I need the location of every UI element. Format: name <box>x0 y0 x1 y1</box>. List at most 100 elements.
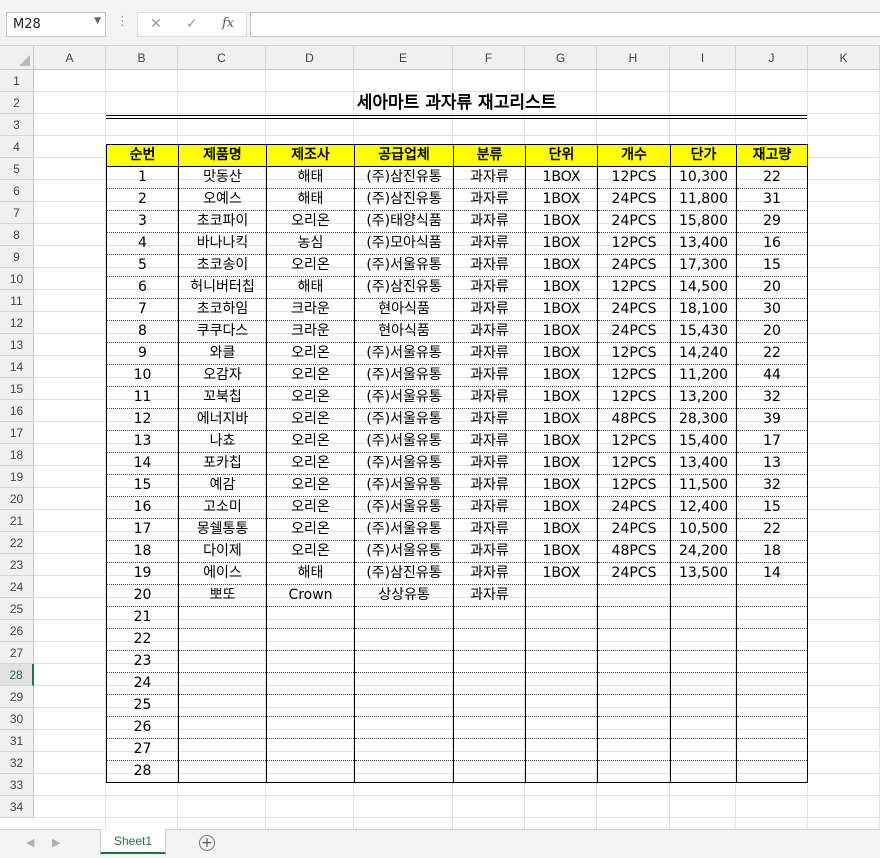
table-cell[interactable] <box>525 716 598 739</box>
table-cell[interactable]: 15 <box>736 254 808 277</box>
row-header-1[interactable]: 1 <box>0 70 34 92</box>
table-cell[interactable] <box>670 606 737 629</box>
table-cell[interactable] <box>670 650 737 673</box>
table-cell[interactable]: (주)삼진유통 <box>354 166 454 189</box>
table-cell[interactable]: 과자류 <box>453 430 526 453</box>
row-header-32[interactable]: 32 <box>0 752 34 774</box>
column-header-h[interactable]: H <box>597 46 670 70</box>
table-cell[interactable]: 13,200 <box>670 386 737 409</box>
table-cell[interactable]: 상상유통 <box>354 584 454 607</box>
table-cell[interactable]: 28 <box>106 760 179 783</box>
table-cell[interactable]: 14 <box>736 562 808 585</box>
table-cell[interactable]: 과자류 <box>453 452 526 475</box>
insert-function-icon[interactable]: fx <box>222 16 234 31</box>
table-cell[interactable]: (주)삼진유통 <box>354 188 454 211</box>
table-cell[interactable]: 13,400 <box>670 232 737 255</box>
table-cell[interactable]: 과자류 <box>453 276 526 299</box>
table-cell[interactable] <box>453 650 526 673</box>
table-cell[interactable]: 18 <box>106 540 179 563</box>
table-cell[interactable]: (주)서울유통 <box>354 408 454 431</box>
table-cell[interactable]: 27 <box>106 738 179 761</box>
add-sheet-icon[interactable]: + <box>199 835 215 851</box>
table-cell[interactable]: 과자류 <box>453 364 526 387</box>
table-cell[interactable]: 꼬북칩 <box>178 386 267 409</box>
table-cell[interactable]: 뽀또 <box>178 584 267 607</box>
row-header-7[interactable]: 7 <box>0 202 34 224</box>
row-header-27[interactable]: 27 <box>0 642 34 664</box>
row-header-23[interactable]: 23 <box>0 554 34 576</box>
row-header-26[interactable]: 26 <box>0 620 34 642</box>
table-cell[interactable]: 에이스 <box>178 562 267 585</box>
table-cell[interactable]: 오리온 <box>266 210 355 233</box>
table-cell[interactable]: 20 <box>736 276 808 299</box>
table-cell[interactable]: 오리온 <box>266 408 355 431</box>
row-header-34[interactable]: 34 <box>0 796 34 818</box>
table-cell[interactable] <box>354 628 454 651</box>
table-cell[interactable] <box>453 694 526 717</box>
table-cell[interactable] <box>354 716 454 739</box>
header-cell[interactable]: 제품명 <box>178 144 267 167</box>
table-cell[interactable]: 와클 <box>178 342 267 365</box>
table-cell[interactable]: 24PCS <box>597 188 671 211</box>
table-cell[interactable]: 6 <box>106 276 179 299</box>
table-cell[interactable]: 22 <box>736 166 808 189</box>
table-cell[interactable]: 나쵸 <box>178 430 267 453</box>
table-cell[interactable]: (주)서울유통 <box>354 254 454 277</box>
table-cell[interactable] <box>597 760 671 783</box>
formula-input[interactable] <box>250 12 880 37</box>
table-cell[interactable]: 해태 <box>266 562 355 585</box>
row-header-2[interactable]: 2 <box>0 92 34 114</box>
table-cell[interactable]: 14,240 <box>670 342 737 365</box>
table-cell[interactable]: 24PCS <box>597 562 671 585</box>
table-cell[interactable]: 21 <box>106 606 179 629</box>
table-cell[interactable]: 오리온 <box>266 342 355 365</box>
table-cell[interactable] <box>453 628 526 651</box>
select-all-button[interactable] <box>0 46 34 70</box>
table-cell[interactable]: 12PCS <box>597 364 671 387</box>
table-cell[interactable]: 2 <box>106 188 179 211</box>
table-cell[interactable]: 오리온 <box>266 518 355 541</box>
row-header-11[interactable]: 11 <box>0 290 34 312</box>
table-cell[interactable]: 쿠쿠다스 <box>178 320 267 343</box>
table-cell[interactable] <box>453 760 526 783</box>
table-cell[interactable]: 3 <box>106 210 179 233</box>
table-cell[interactable]: 18 <box>736 540 808 563</box>
table-cell[interactable] <box>266 760 355 783</box>
table-cell[interactable]: 오감자 <box>178 364 267 387</box>
table-cell[interactable]: 15 <box>106 474 179 497</box>
table-cell[interactable] <box>178 694 267 717</box>
table-cell[interactable] <box>178 672 267 695</box>
table-cell[interactable]: 맛동산 <box>178 166 267 189</box>
table-cell[interactable]: 과자류 <box>453 540 526 563</box>
table-cell[interactable]: 13,500 <box>670 562 737 585</box>
table-cell[interactable]: 24PCS <box>597 210 671 233</box>
table-cell[interactable] <box>266 738 355 761</box>
row-header-9[interactable]: 9 <box>0 246 34 268</box>
table-cell[interactable]: 7 <box>106 298 179 321</box>
table-cell[interactable]: 17 <box>736 430 808 453</box>
table-cell[interactable]: 15,430 <box>670 320 737 343</box>
table-cell[interactable]: 15,400 <box>670 430 737 453</box>
table-cell[interactable] <box>736 584 808 607</box>
header-cell[interactable]: 제조사 <box>266 144 355 167</box>
table-cell[interactable] <box>354 694 454 717</box>
table-cell[interactable] <box>670 584 737 607</box>
table-cell[interactable] <box>178 628 267 651</box>
table-cell[interactable]: 16 <box>106 496 179 519</box>
table-cell[interactable]: 오리온 <box>266 430 355 453</box>
header-cell[interactable]: 재고량 <box>736 144 808 167</box>
table-cell[interactable]: 31 <box>736 188 808 211</box>
table-cell[interactable]: 13 <box>106 430 179 453</box>
column-header-f[interactable]: F <box>453 46 525 70</box>
table-cell[interactable]: 1BOX <box>525 320 598 343</box>
column-header-e[interactable]: E <box>354 46 453 70</box>
table-cell[interactable]: 9 <box>106 342 179 365</box>
row-header-33[interactable]: 33 <box>0 774 34 796</box>
column-header-c[interactable]: C <box>178 46 266 70</box>
row-header-4[interactable]: 4 <box>0 136 34 158</box>
table-cell[interactable] <box>736 606 808 629</box>
table-cell[interactable]: 24PCS <box>597 518 671 541</box>
table-cell[interactable] <box>178 716 267 739</box>
table-cell[interactable] <box>178 738 267 761</box>
table-cell[interactable]: 12PCS <box>597 474 671 497</box>
